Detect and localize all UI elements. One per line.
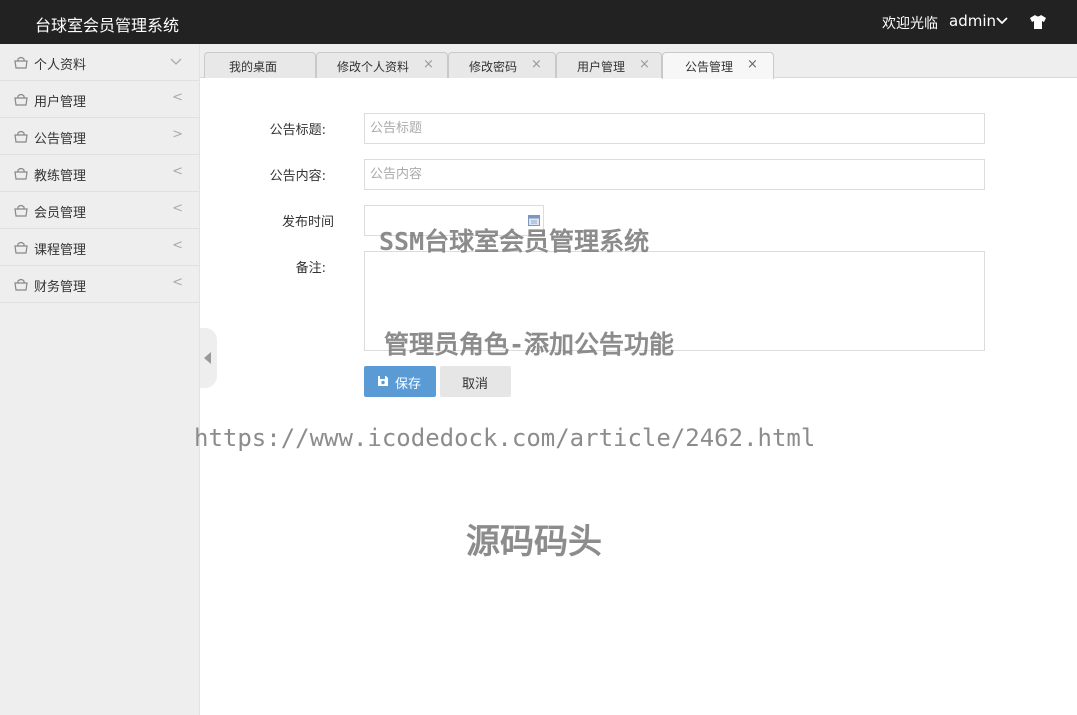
- welcome-text: 欢迎光临: [882, 16, 938, 32]
- sidebar-item-label: 财务管理: [34, 280, 87, 295]
- sidebar-item-label: 课程管理: [34, 243, 87, 258]
- notice-content-label: 公告内容:: [269, 169, 326, 184]
- sidebar-item-label: 用户管理: [34, 95, 87, 110]
- close-icon[interactable]: ×: [639, 57, 650, 72]
- tab-desktop[interactable]: 我的桌面: [204, 52, 316, 78]
- chevron-left-icon: <: [172, 164, 183, 179]
- top-bar: 台球室会员管理系统 欢迎光临 admin: [0, 0, 1077, 44]
- sidebar-item-label: 会员管理: [34, 206, 87, 221]
- tab-bar: 我的桌面 修改个人资料 × 修改密码 × 用户管理 × 公告管理 ×: [200, 44, 1077, 79]
- tab-label: 用户管理: [577, 60, 626, 74]
- sidebar-item-coaches[interactable]: 教练管理 <: [0, 155, 199, 192]
- notice-content-input[interactable]: [364, 159, 985, 190]
- tab-user-management[interactable]: 用户管理 ×: [556, 52, 662, 78]
- tab-change-password[interactable]: 修改密码 ×: [448, 52, 556, 78]
- tshirt-icon[interactable]: [1029, 14, 1047, 30]
- tab-label: 修改密码: [469, 60, 518, 74]
- close-icon[interactable]: ×: [531, 57, 542, 72]
- bag-icon: [14, 93, 28, 106]
- sidebar-item-label: 个人资料: [34, 58, 87, 73]
- tab-notice-management[interactable]: 公告管理 ×: [662, 52, 774, 79]
- sidebar-item-courses[interactable]: 课程管理 <: [0, 229, 199, 266]
- chevron-left-icon: <: [172, 238, 183, 253]
- save-button-label: 保存: [395, 376, 422, 391]
- bag-icon: [14, 130, 28, 143]
- app-title: 台球室会员管理系统: [35, 16, 180, 35]
- sidebar-item-label: 公告管理: [34, 132, 87, 147]
- close-icon[interactable]: ×: [423, 57, 434, 72]
- close-icon[interactable]: ×: [747, 57, 758, 72]
- sidebar-item-members[interactable]: 会员管理 <: [0, 192, 199, 229]
- watermark-brand: 源码码头: [466, 522, 602, 562]
- bag-icon: [14, 167, 28, 180]
- watermark-url: https://www.icodedock.com/article/2462.h…: [194, 424, 816, 452]
- bag-icon: [14, 204, 28, 217]
- calendar-icon[interactable]: [528, 214, 540, 226]
- tab-edit-profile[interactable]: 修改个人资料 ×: [316, 52, 448, 78]
- publish-time-label: 发布时间: [281, 215, 334, 230]
- tab-label: 公告管理: [685, 60, 734, 74]
- tab-label: 我的桌面: [229, 60, 278, 74]
- chevron-left-icon: <: [172, 201, 183, 216]
- sidebar-item-users[interactable]: 用户管理 <: [0, 81, 199, 118]
- notice-title-label: 公告标题:: [269, 123, 326, 138]
- chevron-left-icon: <: [172, 275, 183, 290]
- save-button[interactable]: 保存: [364, 366, 436, 397]
- caret-left-icon: [204, 352, 211, 364]
- notice-title-input[interactable]: [364, 113, 985, 144]
- cancel-button-label: 取消: [462, 376, 489, 391]
- save-icon: [378, 376, 388, 386]
- sidebar: 个人资料 用户管理 < 公告管理 > 教练管理 < 会员管理 < 课程管理 < …: [0, 44, 200, 715]
- bag-icon: [14, 241, 28, 254]
- user-menu[interactable]: admin: [949, 12, 996, 30]
- chevron-down-icon[interactable]: [995, 15, 1009, 27]
- chevron-down-icon: [170, 58, 182, 65]
- sidebar-item-label: 教练管理: [34, 169, 87, 184]
- publish-time-input[interactable]: [364, 205, 544, 236]
- bag-icon: [14, 56, 28, 69]
- sidebar-item-finance[interactable]: 财务管理 <: [0, 266, 199, 303]
- remark-label: 备注:: [295, 261, 326, 276]
- tab-label: 修改个人资料: [337, 60, 410, 74]
- cancel-button[interactable]: 取消: [440, 366, 511, 397]
- sidebar-item-profile[interactable]: 个人资料: [0, 44, 199, 81]
- chevron-right-icon: >: [172, 127, 183, 142]
- remark-textarea[interactable]: [364, 251, 985, 351]
- bag-icon: [14, 278, 28, 291]
- chevron-left-icon: <: [172, 90, 183, 105]
- sidebar-collapse-handle[interactable]: [200, 328, 217, 388]
- sidebar-item-notices[interactable]: 公告管理 >: [0, 118, 199, 155]
